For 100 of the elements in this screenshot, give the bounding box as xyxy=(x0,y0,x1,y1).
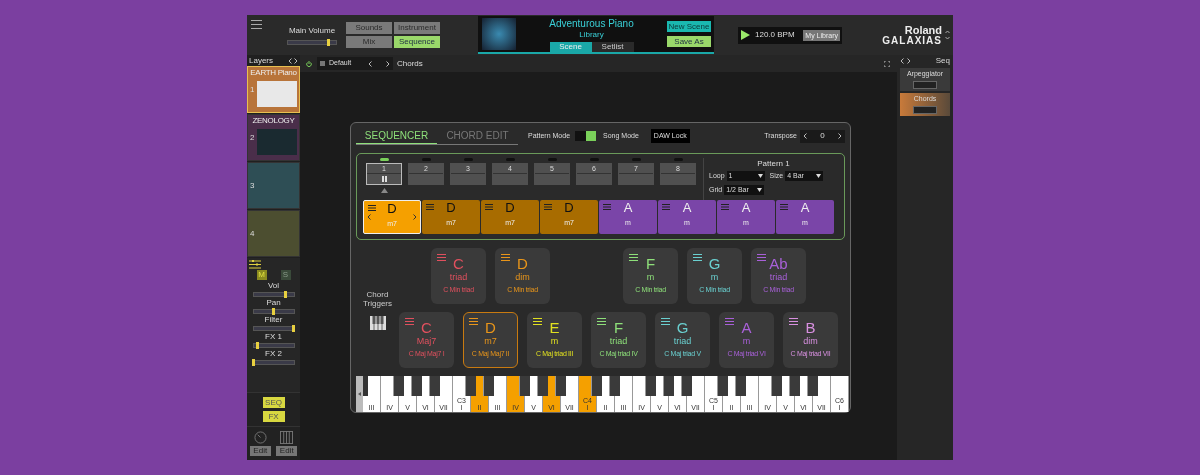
chord-root: D xyxy=(517,256,528,272)
scroll-strip[interactable] xyxy=(356,376,363,412)
mode-toggle[interactable] xyxy=(575,131,597,141)
key-upper-part[interactable] xyxy=(728,376,736,396)
piano-photo-placeholder xyxy=(257,80,298,107)
previous-icon[interactable] xyxy=(288,57,292,64)
scene-tab[interactable]: Setlist xyxy=(591,42,634,52)
chord-quality: Maj7 xyxy=(416,336,437,346)
sequencer-tab[interactable]: SEQUENCER xyxy=(356,127,437,144)
dropdown-caret-icon xyxy=(816,174,822,179)
power-icon[interactable] xyxy=(306,60,312,67)
mixer-slider[interactable] xyxy=(252,343,295,348)
toggle-button[interactable]: SEQ xyxy=(262,397,285,408)
chord-root: Ab xyxy=(769,256,788,272)
up-down-arrows-icon[interactable] xyxy=(945,30,950,40)
slider-label: FX 1 xyxy=(265,332,282,341)
main-volume-slider[interactable] xyxy=(287,40,337,45)
key-upper-part[interactable] xyxy=(656,376,664,396)
menu-icon xyxy=(426,204,434,210)
layer-card[interactable]: 4 xyxy=(247,210,300,257)
next-icon[interactable] xyxy=(907,57,911,64)
chord-root: A xyxy=(741,320,752,336)
key-upper-part[interactable] xyxy=(746,376,759,396)
edit-button[interactable]: Edit xyxy=(249,446,271,456)
transpose-control[interactable]: 0 xyxy=(800,129,845,143)
key-upper-part[interactable] xyxy=(759,376,772,396)
scroll-left-icon[interactable] xyxy=(358,392,361,396)
key-upper-part[interactable] xyxy=(368,376,381,396)
slider-label: FX 2 xyxy=(265,349,282,358)
slider-thumb[interactable] xyxy=(326,39,330,46)
key-upper-part[interactable] xyxy=(422,376,430,396)
key-upper-part[interactable] xyxy=(440,376,453,396)
chord-root: G xyxy=(708,256,721,272)
next-icon[interactable] xyxy=(294,57,298,64)
layer-card[interactable]: 2 ZENOLOGY xyxy=(247,114,300,161)
piano-icon[interactable] xyxy=(369,316,386,330)
seq-title: Seq xyxy=(935,54,950,67)
edit-button[interactable]: Edit xyxy=(276,446,298,456)
scene-title: Adventurous Piano xyxy=(549,18,634,30)
key-upper-part[interactable] xyxy=(633,376,646,396)
slider-thumb[interactable] xyxy=(271,308,275,315)
chord-root: D xyxy=(485,320,496,336)
increment-icon[interactable] xyxy=(838,133,842,139)
pattern-title: Pattern 1 xyxy=(756,158,791,170)
scene-button[interactable]: Save As xyxy=(667,36,711,47)
slider-label: Filter xyxy=(264,315,283,324)
expand-icon[interactable] xyxy=(884,60,890,67)
key-upper-part[interactable] xyxy=(620,376,633,396)
previous-icon[interactable] xyxy=(900,57,904,64)
list-icon xyxy=(320,61,325,66)
chord-quality: m xyxy=(710,272,719,282)
key-upper-part[interactable] xyxy=(705,376,718,396)
key-upper-part[interactable] xyxy=(818,376,831,396)
previous-icon[interactable] xyxy=(367,214,371,220)
decrement-icon[interactable] xyxy=(803,133,807,139)
view-button[interactable]: Sequence xyxy=(394,36,440,48)
pause-icon[interactable] xyxy=(381,176,387,182)
key-upper-part[interactable] xyxy=(782,376,790,396)
key-upper-part[interactable] xyxy=(404,376,412,396)
chord-quality: triad xyxy=(769,272,788,282)
layer-number: 1 xyxy=(250,83,255,96)
key-upper-part[interactable] xyxy=(381,376,394,396)
toggle-button[interactable]: FX xyxy=(262,411,285,422)
key-upper-part[interactable] xyxy=(530,376,538,396)
chord-quality: m7 xyxy=(484,336,497,346)
key-upper-part[interactable] xyxy=(831,376,849,396)
key-upper-part[interactable] xyxy=(453,376,466,396)
key-upper-part[interactable] xyxy=(566,376,579,396)
chord-root: B xyxy=(805,320,816,336)
menu-icon[interactable] xyxy=(251,20,262,29)
menu-icon xyxy=(485,204,493,210)
chord-quality: m xyxy=(550,336,559,346)
chord-quality: triad xyxy=(449,272,468,282)
slider-thumb[interactable] xyxy=(251,359,255,366)
slider-thumb[interactable] xyxy=(291,325,295,332)
step-root: A xyxy=(800,200,810,216)
play-icon[interactable] xyxy=(741,30,750,40)
chord-quality: triad xyxy=(609,336,628,346)
mixer-slider[interactable] xyxy=(252,326,295,331)
layer-name: ZENOLOGY xyxy=(251,116,296,125)
key-upper-part[interactable] xyxy=(494,376,507,396)
key-upper-part[interactable] xyxy=(674,376,682,396)
menu-icon xyxy=(780,204,788,210)
key-upper-part[interactable] xyxy=(602,376,610,396)
key-upper-part[interactable] xyxy=(800,376,808,396)
next-icon[interactable] xyxy=(386,60,390,67)
brand-name: Roland xyxy=(904,24,942,36)
mixer-icon[interactable] xyxy=(249,260,261,269)
scene-button[interactable]: New Scene xyxy=(667,21,711,32)
layers-title: Layers xyxy=(249,54,273,67)
next-icon[interactable] xyxy=(413,214,417,220)
layer-card[interactable]: 3 xyxy=(247,162,300,209)
mixer-slider[interactable] xyxy=(252,360,295,365)
key-upper-part[interactable] xyxy=(692,376,705,396)
previous-icon[interactable] xyxy=(368,60,372,67)
mixer-slider[interactable] xyxy=(252,309,295,314)
step-root: D xyxy=(387,201,397,217)
mixer-slider[interactable] xyxy=(252,292,295,297)
slider-thumb[interactable] xyxy=(283,291,287,298)
slider-thumb[interactable] xyxy=(255,342,259,349)
